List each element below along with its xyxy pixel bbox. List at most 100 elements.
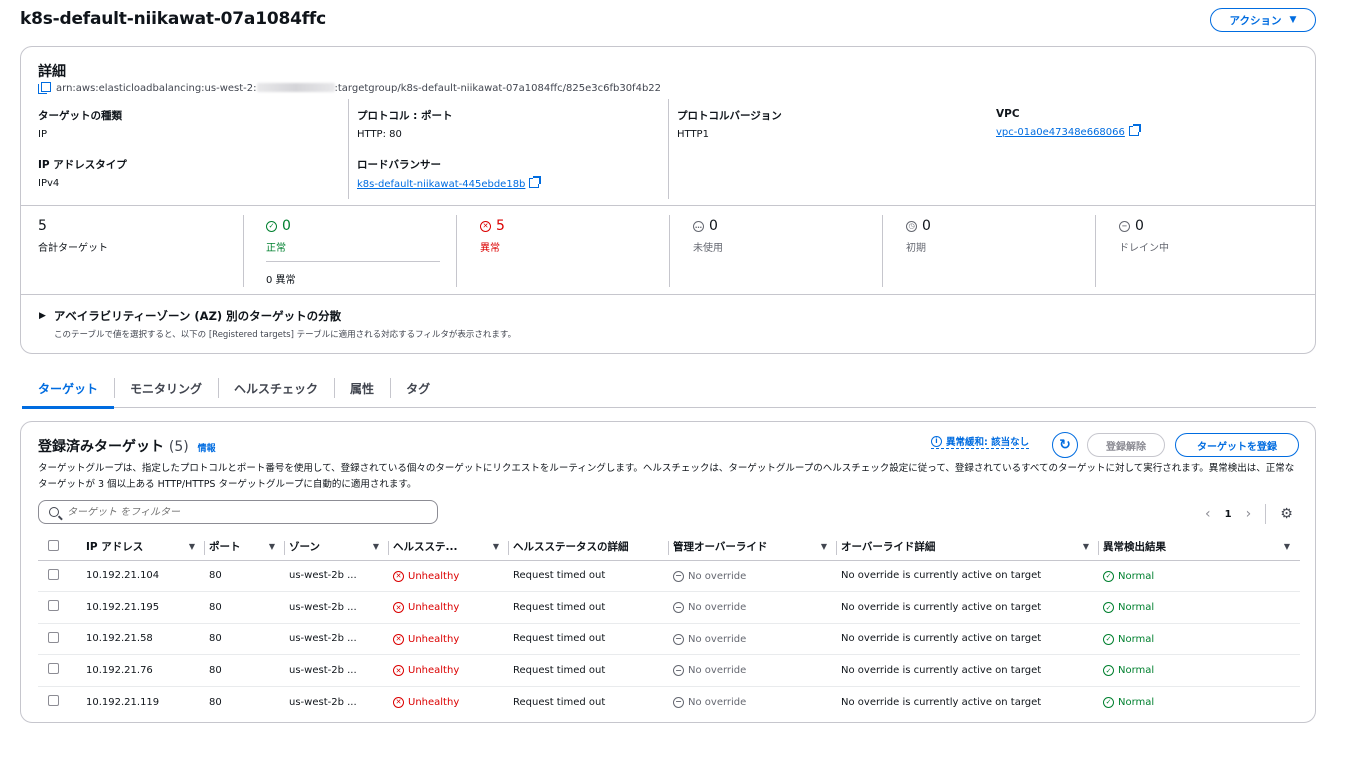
ip-type-label: IP アドレスタイプ bbox=[38, 159, 127, 171]
cell-ip: 10.192.21.104 bbox=[86, 560, 205, 592]
target-filter[interactable] bbox=[38, 500, 438, 524]
cell-port: 80 bbox=[205, 591, 285, 624]
tab-targets[interactable]: ターゲット bbox=[22, 376, 115, 409]
sort-down-icon: ▼ bbox=[492, 542, 499, 552]
draining-count: 0 bbox=[1135, 218, 1144, 234]
vpc-link[interactable]: vpc-01a0e47348e668066 bbox=[996, 127, 1125, 138]
anomaly-status: ✓ Normal bbox=[1103, 696, 1154, 708]
tab-tags[interactable]: タグ bbox=[390, 376, 446, 408]
healthy-anomalous: 0 異常 bbox=[266, 275, 296, 286]
anomaly-mitigation-popover[interactable]: i 異常緩和: 該当なし bbox=[931, 434, 1030, 449]
divider bbox=[243, 215, 244, 287]
col-health[interactable]: ヘルスステ... ▼ bbox=[389, 539, 509, 556]
copy-icon[interactable] bbox=[38, 82, 51, 94]
page-number[interactable]: 1 bbox=[1225, 509, 1232, 520]
row-checkbox[interactable] bbox=[48, 600, 59, 612]
override-text: No override bbox=[688, 602, 747, 613]
tab-attributes[interactable]: 属性 bbox=[334, 376, 390, 408]
stat-draining[interactable]: −0 ドレイン中 bbox=[1119, 218, 1169, 254]
actions-label: アクション bbox=[1229, 14, 1282, 27]
check-circle-icon: ✓ bbox=[266, 220, 277, 232]
health-status: ✕ Unhealthy bbox=[393, 633, 459, 645]
target-type: ターゲットの種類 IP bbox=[38, 108, 122, 140]
stat-unhealthy[interactable]: ✕ 5 異常 bbox=[480, 218, 505, 254]
unused-label: 未使用 bbox=[693, 243, 723, 254]
col-admin-override[interactable]: 管理オーバーライド ▼ bbox=[669, 539, 837, 556]
table-row[interactable]: 10.192.21.76 80 us-west-2b ... ✕ Unhealthy Re… bbox=[38, 654, 1300, 687]
divider bbox=[669, 215, 670, 287]
override-text: No override bbox=[688, 665, 747, 676]
col-port[interactable]: ポート ▼ bbox=[205, 539, 285, 556]
x-circle-icon: ✕ bbox=[393, 665, 404, 676]
col-label: ゾーン bbox=[289, 541, 320, 554]
divider bbox=[1265, 504, 1267, 524]
sort-down-icon: ▼ bbox=[188, 542, 195, 552]
page-title: k8s-default-niikawat-07a1084ffc bbox=[20, 9, 326, 29]
lb-link[interactable]: k8s-default-niikawat-445ebde18b bbox=[357, 179, 525, 190]
health-text: Unhealthy bbox=[408, 602, 460, 613]
targets-description: ターゲットグループは、指定したプロトコルとポート番号を使用して、登録されている個… bbox=[38, 463, 1295, 490]
external-link-icon bbox=[1128, 124, 1141, 136]
info-icon: i bbox=[931, 435, 942, 447]
deregister-button[interactable]: 登録解除 bbox=[1087, 433, 1165, 457]
health-status: ✕ Unhealthy bbox=[393, 602, 459, 613]
chevron-right-icon[interactable]: › bbox=[1246, 506, 1252, 522]
override-status: − No override bbox=[673, 665, 746, 676]
row-checkbox[interactable] bbox=[48, 695, 59, 706]
col-override-detail[interactable]: オーバーライド詳細 ▼ bbox=[837, 539, 1099, 556]
col-zone[interactable]: ゾーン ▼ bbox=[285, 539, 389, 556]
info-link[interactable]: 情報 bbox=[198, 444, 216, 454]
divider bbox=[21, 205, 1315, 206]
minus-circle-icon: − bbox=[673, 570, 684, 582]
check-circle-icon: ✓ bbox=[1103, 665, 1114, 676]
table-row[interactable]: 10.192.21.104 80 us-west-2b ... ✕ Unhealthy R… bbox=[38, 560, 1300, 592]
az-distribution-expander[interactable]: ▶ アベイラビリティーゾーン (AZ) 別のターゲットの分散 このテーブルで値を選… bbox=[39, 308, 516, 340]
arn-prefix: arn:aws:elasticloadbalancing:us-west-2: bbox=[56, 82, 257, 94]
divider bbox=[456, 215, 457, 287]
cell-ip: 10.192.21.76 bbox=[86, 654, 205, 687]
col-anomaly[interactable]: 異常検出結果 ▼ bbox=[1099, 539, 1300, 554]
unhealthy-count: 5 bbox=[496, 218, 505, 234]
row-checkbox[interactable] bbox=[48, 568, 59, 580]
anomaly-status: ✓ Normal bbox=[1103, 633, 1154, 645]
chevron-left-icon[interactable]: ‹ bbox=[1205, 506, 1211, 522]
sort-down-icon: ▼ bbox=[820, 542, 827, 552]
register-targets-button[interactable]: ターゲットを登録 bbox=[1175, 433, 1299, 457]
lb-label: ロードバランサー bbox=[357, 159, 441, 171]
row-checkbox[interactable] bbox=[48, 663, 59, 675]
sort-down-icon: ▼ bbox=[1082, 542, 1089, 552]
cell-port: 80 bbox=[205, 654, 285, 687]
col-ip[interactable]: IP アドレス ▼ bbox=[86, 539, 205, 556]
check-circle-icon: ✓ bbox=[1103, 602, 1114, 613]
cell-port: 80 bbox=[205, 560, 285, 592]
table-row[interactable]: 10.192.21.195 80 us-west-2b ... ✕ Unhealthy R… bbox=[38, 591, 1300, 624]
refresh-button[interactable]: ↻ bbox=[1052, 432, 1078, 458]
stat-unused[interactable]: … 0 未使用 bbox=[693, 218, 723, 254]
table-row[interactable]: 10.192.21.119 80 us-west-2b ... ✕ Unhealthy R… bbox=[38, 686, 1300, 718]
minus-circle-icon: − bbox=[673, 696, 684, 708]
row-checkbox[interactable] bbox=[48, 631, 59, 643]
table-row[interactable]: 10.192.21.58 80 us-west-2b ... ✕ Unhealthy Re… bbox=[38, 623, 1300, 655]
sort-down-icon: ▼ bbox=[268, 542, 275, 552]
gear-icon[interactable]: ⚙ bbox=[1280, 506, 1293, 522]
cell-ip: 10.192.21.195 bbox=[86, 591, 205, 624]
actions-button[interactable]: アクション ▼ bbox=[1210, 8, 1316, 32]
divider bbox=[348, 99, 349, 199]
stat-initial[interactable]: ◷ 0 初期 bbox=[906, 218, 931, 254]
external-link-icon bbox=[529, 176, 542, 188]
targets-title: 登録済みターゲット bbox=[38, 439, 164, 455]
tab-bar: ターゲット モニタリング ヘルスチェック 属性 タグ bbox=[22, 376, 1316, 409]
ip-type: IP アドレスタイプ IPv4 bbox=[38, 157, 127, 189]
filter-input[interactable] bbox=[67, 506, 407, 518]
tab-health-checks[interactable]: ヘルスチェック bbox=[218, 376, 334, 408]
col-label: IP アドレス bbox=[86, 541, 144, 554]
stat-healthy[interactable]: ✓ 0 正常 bbox=[266, 218, 291, 254]
cell-override-detail: No override is currently active on targe… bbox=[837, 560, 1099, 592]
health-status: ✕ Unhealthy bbox=[393, 665, 459, 676]
cell-port: 80 bbox=[205, 623, 285, 655]
cell-override-detail: No override is currently active on targe… bbox=[837, 591, 1099, 624]
select-all-checkbox[interactable] bbox=[48, 539, 59, 551]
target-type-value: IP bbox=[38, 129, 47, 140]
tab-monitoring[interactable]: モニタリング bbox=[114, 376, 218, 408]
health-text: Unhealthy bbox=[408, 570, 460, 582]
